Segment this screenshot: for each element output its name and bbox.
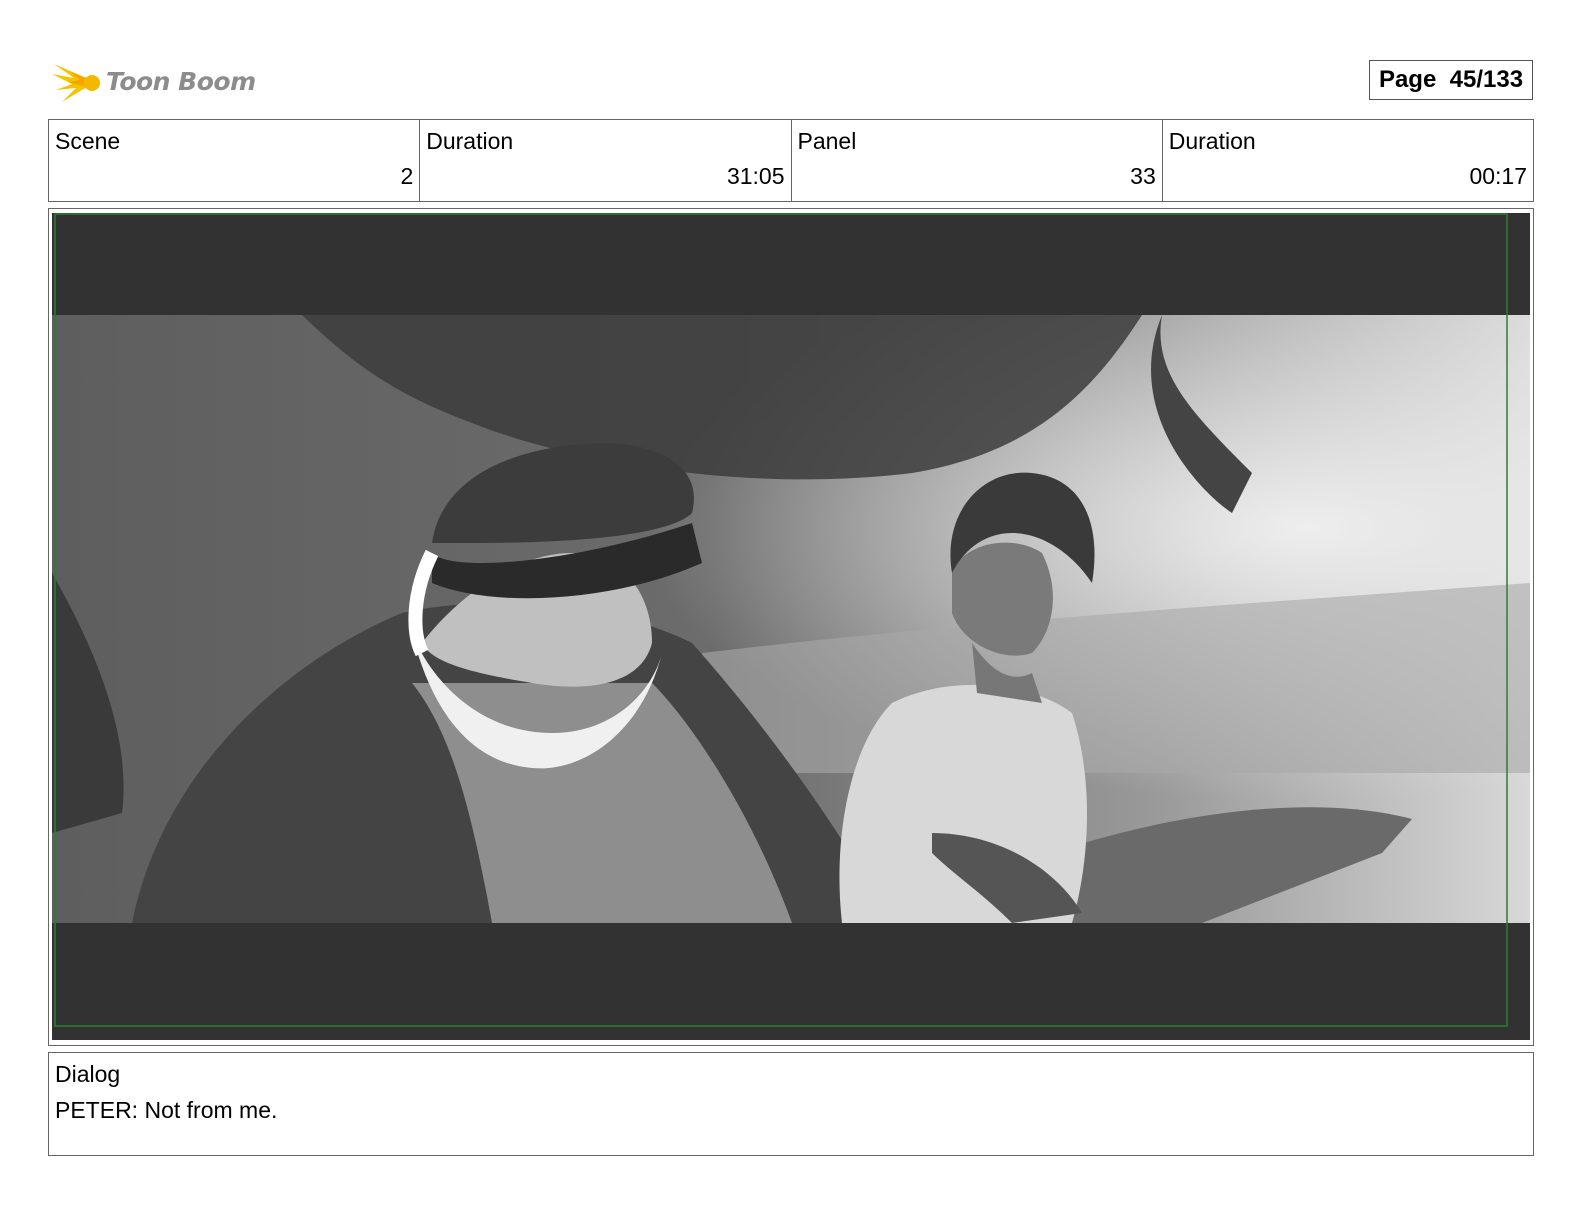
toon-boom-logo: Toon Boom bbox=[52, 56, 256, 106]
storyboard-panel-image bbox=[52, 213, 1530, 1040]
letterbox-top bbox=[52, 213, 1530, 315]
dialog-text: PETER: Not from me. bbox=[55, 1097, 278, 1123]
scene-cell: Scene 2 bbox=[49, 120, 421, 201]
page-indicator: Page 45/133 bbox=[1369, 60, 1533, 100]
scene-info-table: Scene 2 Duration 31:05 Panel 33 Duration… bbox=[48, 119, 1534, 202]
scene-value: 2 bbox=[400, 163, 414, 189]
page-label: Page bbox=[1378, 66, 1437, 93]
dialog-box: Dialog PETER: Not from me. bbox=[48, 1052, 1534, 1156]
dialog-label: Dialog bbox=[55, 1061, 121, 1087]
logo-text: Toon Boom bbox=[106, 66, 256, 96]
panel-value: 33 bbox=[1130, 163, 1156, 189]
panel-duration-label: Duration bbox=[1168, 128, 1256, 154]
panel-label: Panel bbox=[797, 128, 857, 154]
panel-cell: Panel 33 bbox=[792, 120, 1163, 201]
scene-duration-cell: Duration 31:05 bbox=[420, 120, 792, 201]
panel-duration-cell: Duration 00:17 bbox=[1163, 120, 1533, 201]
scene-duration-label: Duration bbox=[426, 128, 514, 154]
page-number: 45/133 bbox=[1449, 66, 1524, 93]
scene-label: Scene bbox=[55, 128, 121, 154]
panel-duration-value: 00:17 bbox=[1469, 163, 1527, 189]
letterbox-bottom bbox=[52, 923, 1530, 1040]
scene-duration-value: 31:05 bbox=[726, 163, 785, 189]
burst-icon bbox=[52, 64, 100, 102]
